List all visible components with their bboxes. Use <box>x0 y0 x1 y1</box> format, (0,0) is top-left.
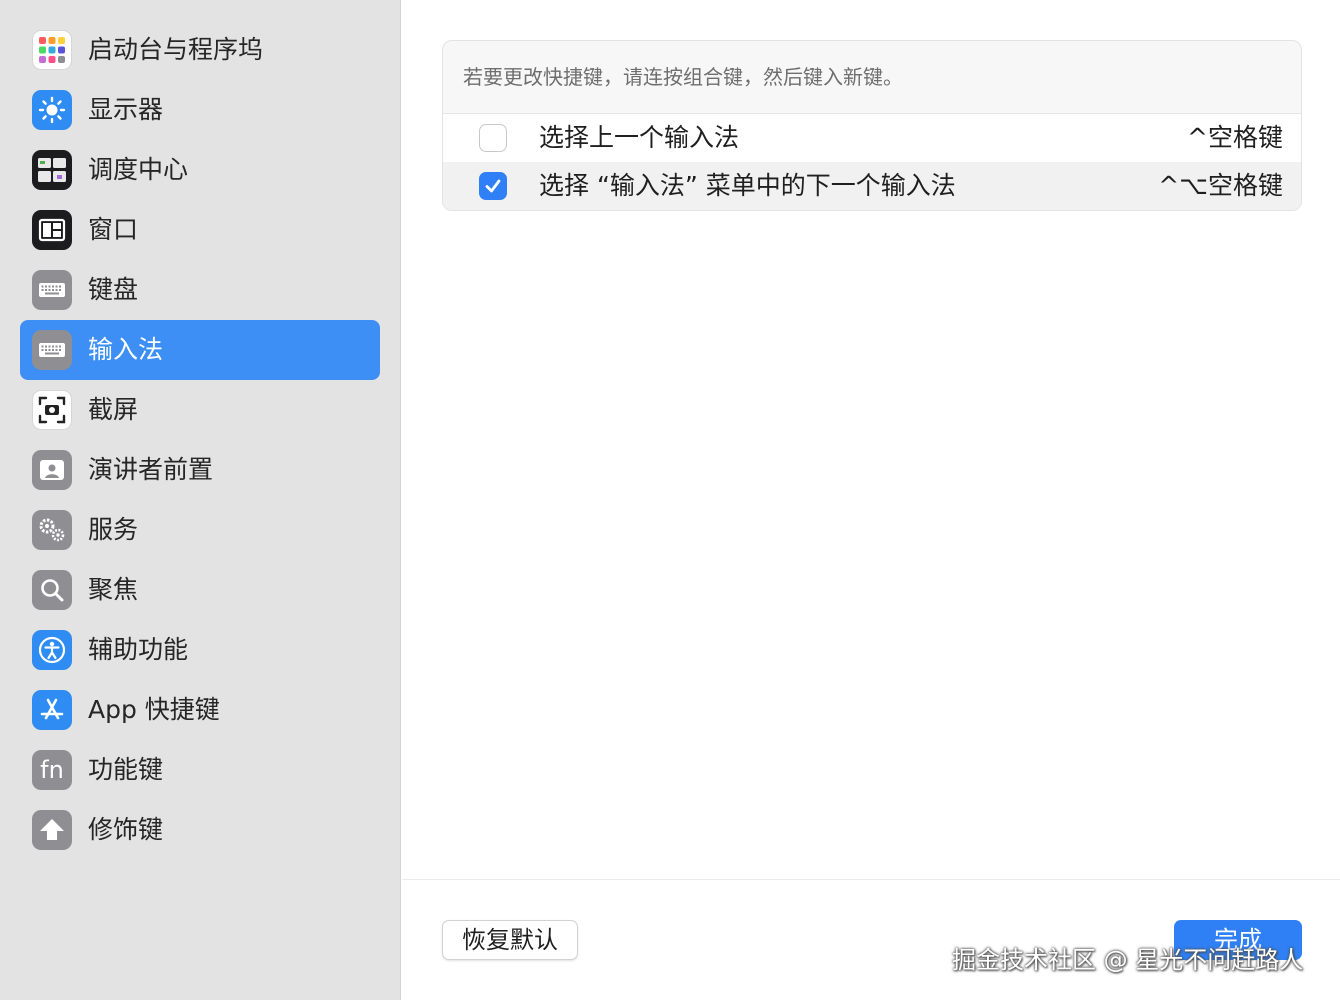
sidebar-item-label: 窗口 <box>88 215 139 244</box>
launchpad-icon <box>32 30 72 70</box>
keyboard-icon <box>32 270 72 310</box>
shortcut-row[interactable]: 选择 “输入法” 菜单中的下一个输入法 ^⌥空格键 <box>443 162 1301 210</box>
sidebar-item-label: 调度中心 <box>88 155 189 184</box>
sidebar-item-label: 辅助功能 <box>88 635 189 664</box>
presenter-icon <box>32 450 72 490</box>
shortcut-key[interactable]: ^⌥空格键 <box>1158 162 1283 210</box>
window-icon <box>32 210 72 250</box>
sidebar-item-label: 功能键 <box>88 755 164 784</box>
modifier-arrow-icon <box>32 810 72 850</box>
sidebar-item-label: 截屏 <box>88 395 139 424</box>
sidebar-item-label: 修饰键 <box>88 815 164 844</box>
sidebar-item-presenter[interactable]: 演讲者前置 <box>20 440 380 500</box>
watermark: 掘金技术社区 @ 星光不问赶路人 <box>952 946 1304 974</box>
sidebar-item-display[interactable]: 显示器 <box>20 80 380 140</box>
shortcut-label: 选择 “输入法” 菜单中的下一个输入法 <box>539 171 956 200</box>
accessibility-icon <box>32 630 72 670</box>
sidebar-item-launchpad[interactable]: 启动台与程序坞 <box>20 20 380 80</box>
sidebar-item-spotlight[interactable]: 聚焦 <box>20 560 380 620</box>
fn-icon-text: fn <box>40 756 64 784</box>
shortcut-checkbox[interactable] <box>479 124 507 152</box>
sidebar-item-function-keys[interactable]: fn 功能键 <box>20 740 380 800</box>
sidebar-item-label: 服务 <box>88 515 139 544</box>
shortcuts-panel: 若要更改快捷键，请连按组合键，然后键入新键。 选择上一个输入法 ^空格键 选择 … <box>442 40 1302 211</box>
sidebar: 启动台与程序坞 显示器 调度中心 窗口 键盘 输入法 截屏 演讲者前置 服务 聚… <box>0 0 401 1000</box>
spotlight-icon <box>32 570 72 610</box>
sidebar-item-label: 启动台与程序坞 <box>88 35 264 64</box>
sidebar-item-label: 聚焦 <box>88 575 139 604</box>
shortcut-row[interactable]: 选择上一个输入法 ^空格键 <box>443 114 1301 162</box>
sidebar-item-mission-control[interactable]: 调度中心 <box>20 140 380 200</box>
shortcut-key[interactable]: ^空格键 <box>1187 114 1283 162</box>
sidebar-item-label: 演讲者前置 <box>88 455 214 484</box>
shortcut-label: 选择上一个输入法 <box>539 123 740 152</box>
sidebar-item-label: 显示器 <box>88 95 164 124</box>
sidebar-item-label: 键盘 <box>88 275 139 304</box>
sidebar-item-input-method[interactable]: 输入法 <box>20 320 380 380</box>
sidebar-item-services[interactable]: 服务 <box>20 500 380 560</box>
sidebar-item-window[interactable]: 窗口 <box>20 200 380 260</box>
fn-icon: fn <box>32 750 72 790</box>
sidebar-item-label: App 快捷键 <box>88 695 220 724</box>
sidebar-item-screenshot[interactable]: 截屏 <box>20 380 380 440</box>
screenshot-icon <box>32 390 72 430</box>
sidebar-item-modifier-keys[interactable]: 修饰键 <box>20 800 380 860</box>
keyboard-icon <box>32 330 72 370</box>
mission-control-icon <box>32 150 72 190</box>
restore-defaults-button[interactable]: 恢复默认 <box>442 920 578 960</box>
sidebar-item-accessibility[interactable]: 辅助功能 <box>20 620 380 680</box>
sidebar-item-keyboard[interactable]: 键盘 <box>20 260 380 320</box>
hint-text: 若要更改快捷键，请连按组合键，然后键入新键。 <box>463 65 903 89</box>
app-store-icon <box>32 690 72 730</box>
checkmark-icon <box>485 179 501 193</box>
main-pane: 若要更改快捷键，请连按组合键，然后键入新键。 选择上一个输入法 ^空格键 选择 … <box>402 0 1340 1000</box>
gears-icon <box>32 510 72 550</box>
shortcut-checkbox[interactable] <box>479 172 507 200</box>
sidebar-item-label: 输入法 <box>88 335 164 364</box>
sidebar-item-app-shortcuts[interactable]: App 快捷键 <box>20 680 380 740</box>
display-icon <box>32 90 72 130</box>
footer-divider <box>402 879 1340 880</box>
